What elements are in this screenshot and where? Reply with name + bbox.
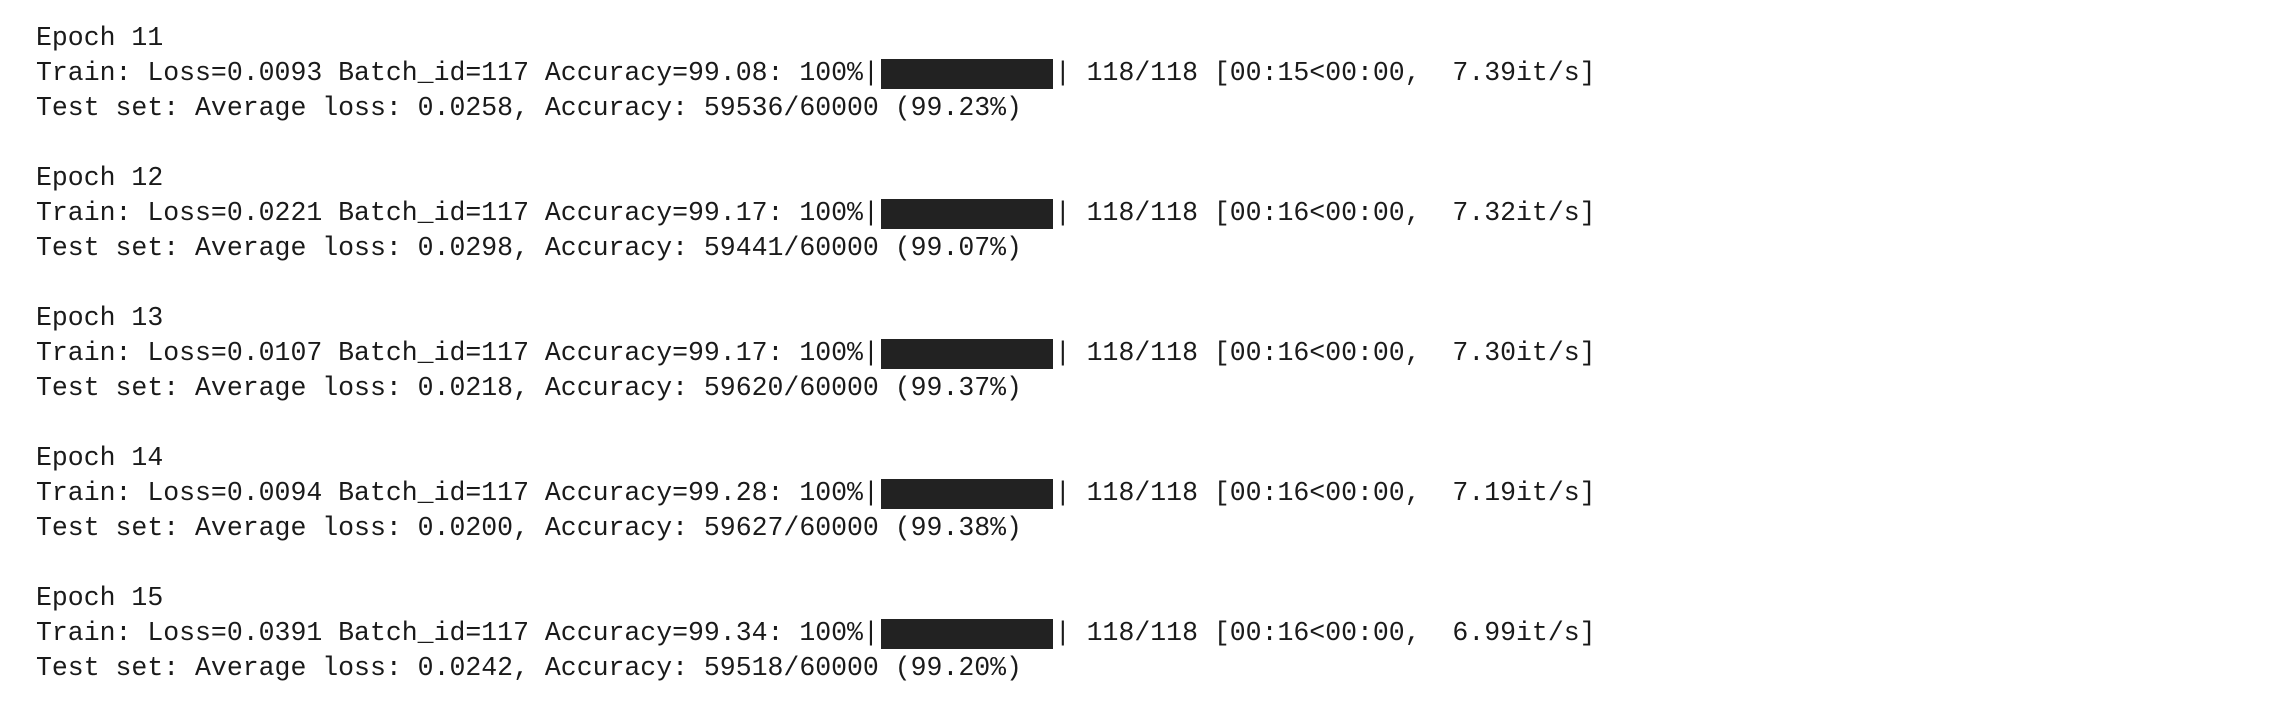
progress-bar: | | [863, 196, 1071, 231]
train-progress-line: Train: Loss=0.0107 Batch_id=117 Accuracy… [36, 336, 1596, 371]
test-result-line: Test set: Average loss: 0.0258, Accuracy… [36, 93, 1022, 123]
test-result-line: Test set: Average loss: 0.0298, Accuracy… [36, 233, 1022, 263]
train-progress-line: Train: Loss=0.0221 Batch_id=117 Accuracy… [36, 196, 1596, 231]
progress-bar-fill [880, 58, 1053, 89]
progress-bar-right-edge: | [1054, 478, 1071, 508]
progress-bar-track [880, 338, 1053, 369]
train-progress-line: Train: Loss=0.0391 Batch_id=117 Accuracy… [36, 616, 1596, 651]
progress-bar-right-edge: | [1054, 58, 1071, 88]
train-status-text: Train: Loss=0.0221 Batch_id=117 Accuracy… [36, 198, 863, 228]
progress-bar: | | [863, 476, 1071, 511]
progress-bar-left-edge: | [862, 338, 879, 368]
train-rate-text: 118/118 [00:15<00:00, 7.39it/s] [1070, 58, 1596, 88]
progress-bar-right-edge: | [1054, 618, 1071, 648]
train-status-text: Train: Loss=0.0094 Batch_id=117 Accuracy… [36, 478, 863, 508]
progress-bar-left-edge: | [862, 198, 879, 228]
progress-bar-left-edge: | [862, 478, 879, 508]
training-log-output: Epoch 11 Train: Loss=0.0093 Batch_id=117… [36, 21, 1596, 721]
test-result-line: Test set: Average loss: 0.0200, Accuracy… [36, 513, 1022, 543]
epoch-header: Epoch 12 [36, 163, 164, 193]
progress-bar-track [880, 618, 1053, 649]
train-rate-text: 118/118 [00:16<00:00, 7.32it/s] [1070, 198, 1596, 228]
progress-bar-track [880, 478, 1053, 509]
epoch-block: Epoch 14 Train: Loss=0.0094 Batch_id=117… [36, 441, 1596, 546]
train-progress-line: Train: Loss=0.0094 Batch_id=117 Accuracy… [36, 476, 1596, 511]
train-rate-text: 118/118 [00:16<00:00, 7.19it/s] [1070, 478, 1596, 508]
epoch-header: Epoch 13 [36, 303, 164, 333]
train-status-text: Train: Loss=0.0093 Batch_id=117 Accuracy… [36, 58, 863, 88]
train-status-text: Train: Loss=0.0107 Batch_id=117 Accuracy… [36, 338, 863, 368]
progress-bar-left-edge: | [862, 58, 879, 88]
progress-bar: | | [863, 336, 1071, 371]
epoch-header: Epoch 11 [36, 23, 164, 53]
progress-bar-fill [880, 478, 1053, 509]
epoch-block: Epoch 12 Train: Loss=0.0221 Batch_id=117… [36, 161, 1596, 266]
progress-bar-right-edge: | [1054, 338, 1071, 368]
train-rate-text: 118/118 [00:16<00:00, 7.30it/s] [1070, 338, 1596, 368]
progress-bar-track [880, 58, 1053, 89]
test-result-line: Test set: Average loss: 0.0218, Accuracy… [36, 373, 1022, 403]
progress-bar-fill [880, 198, 1053, 229]
epoch-header: Epoch 15 [36, 583, 164, 613]
train-status-text: Train: Loss=0.0391 Batch_id=117 Accuracy… [36, 618, 863, 648]
progress-bar-track [880, 198, 1053, 229]
epoch-block: Epoch 15 Train: Loss=0.0391 Batch_id=117… [36, 581, 1596, 686]
epoch-block: Epoch 13 Train: Loss=0.0107 Batch_id=117… [36, 301, 1596, 406]
test-result-line: Test set: Average loss: 0.0242, Accuracy… [36, 653, 1022, 683]
epoch-block: Epoch 11 Train: Loss=0.0093 Batch_id=117… [36, 21, 1596, 126]
train-progress-line: Train: Loss=0.0093 Batch_id=117 Accuracy… [36, 56, 1596, 91]
progress-bar: | | [863, 56, 1071, 91]
epoch-header: Epoch 14 [36, 443, 164, 473]
train-rate-text: 118/118 [00:16<00:00, 6.99it/s] [1070, 618, 1596, 648]
progress-bar-fill [880, 618, 1053, 649]
progress-bar-left-edge: | [862, 618, 879, 648]
progress-bar-right-edge: | [1054, 198, 1071, 228]
progress-bar: | | [863, 616, 1071, 651]
progress-bar-fill [880, 338, 1053, 369]
